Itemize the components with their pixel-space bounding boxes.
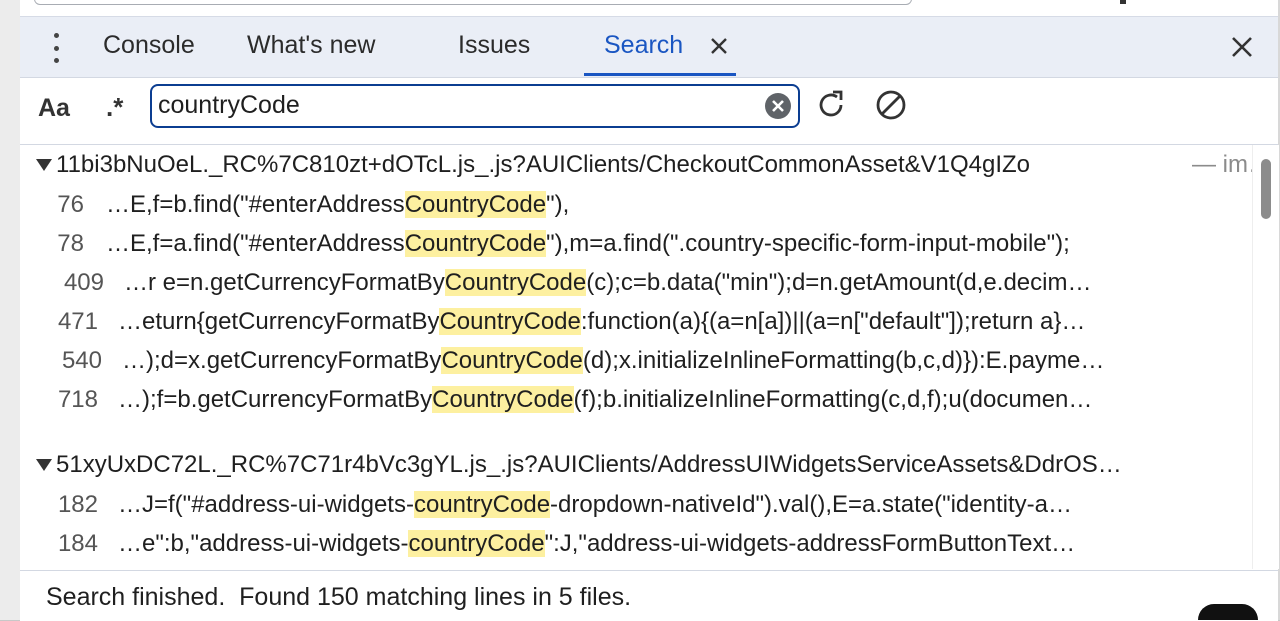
match-highlight: CountryCode [444, 269, 587, 296]
tab-issues[interactable]: Issues [458, 31, 530, 61]
regex-button[interactable]: .* [106, 92, 123, 123]
match-suffix: (f);b.initializeInlineFormatting(c,d,f);… [573, 386, 1093, 413]
refresh-icon[interactable] [814, 88, 848, 122]
match-row[interactable]: 78 …E,f=a.find("#enterAddressCountryCode… [20, 226, 1252, 262]
cancel-icon[interactable] [874, 88, 908, 122]
match-highlight: CountryCode [439, 308, 581, 335]
top-input-edge [34, 0, 912, 5]
status-text: Search finished. Found 150 matching line… [46, 583, 632, 611]
search-toolbar: Aa .* [20, 78, 1278, 145]
match-prefix: …);d=x.getCurrencyFormatBy [122, 347, 442, 374]
close-icon[interactable] [706, 33, 732, 59]
tab-search[interactable]: Search [604, 31, 683, 61]
match-row[interactable]: 184 …e":b,"address-ui-widgets-countryCod… [20, 526, 1252, 562]
search-results: 11bi3bNuOeL._RC%7C810zt+dOTcL.js_.js?AUI… [20, 145, 1252, 569]
line-number: 540 [61, 347, 102, 374]
match-row[interactable]: 540 …);d=x.getCurrencyFormatByCountryCod… [20, 343, 1252, 379]
status-bar: Search finished. Found 150 matching line… [20, 570, 1278, 621]
scroll-thumb[interactable] [1261, 159, 1271, 219]
clear-icon[interactable] [764, 92, 792, 120]
match-prefix: …J=f("#address-ui-widgets- [118, 491, 414, 518]
match-case-button[interactable]: Aa [38, 94, 70, 123]
match-highlight: CountryCode [432, 386, 574, 413]
match-text: …r e=n.getCurrencyFormatByCountryCode(c)… [124, 269, 1091, 297]
search-field[interactable] [150, 84, 800, 128]
match-suffix: ":J,"address-ui-widgets-addressFormButto… [544, 530, 1076, 557]
file-header[interactable]: 11bi3bNuOeL._RC%7C810zt+dOTcL.js_.js?AUI… [20, 149, 1252, 183]
match-highlight: CountryCode [404, 191, 547, 218]
tab-console[interactable]: Console [103, 31, 195, 61]
match-highlight: CountryCode [404, 230, 547, 257]
match-suffix: "),m=a.find(".country-specific-form-inpu… [546, 230, 1070, 257]
match-text: …eturn{getCurrencyFormatByCountryCode:fu… [118, 308, 1085, 336]
match-prefix: …);f=b.getCurrencyFormatBy [118, 386, 433, 413]
active-tab-indicator [584, 73, 736, 76]
match-highlight: CountryCode [441, 347, 583, 374]
file-name: 11bi3bNuOeL._RC%7C810zt+dOTcL.js_.js?AUI… [56, 151, 1031, 178]
tab-whats-new[interactable]: What's new [247, 31, 375, 61]
match-highlight: countryCode [408, 530, 545, 557]
file-header[interactable]: 51xyUxDC72L._RC%7C71r4bVc3gYL.js_.js?AUI… [20, 449, 1252, 483]
expand-triangle-icon[interactable] [36, 459, 52, 471]
line-number: 182 [57, 491, 98, 518]
match-text: …E,f=a.find("#enterAddressCountryCode"),… [106, 230, 1070, 258]
match-row[interactable]: 471 …eturn{getCurrencyFormatByCountryCod… [20, 304, 1252, 340]
line-number: 76 [57, 191, 84, 218]
match-highlight: countryCode [413, 491, 551, 518]
match-row[interactable]: 76 …E,f=b.find("#enterAddressCountryCode… [20, 187, 1252, 223]
match-suffix: :function(a){(a=n[a])||(a=n["default"]);… [580, 308, 1086, 335]
corner-shadow [1198, 604, 1258, 620]
match-prefix: …E,f=a.find("#enterAddress [106, 230, 405, 257]
line-number: 184 [57, 530, 98, 557]
match-suffix: -dropdown-nativeId").val(),E=a.state("id… [550, 491, 1072, 518]
match-text: …E,f=b.find("#enterAddressCountryCode"), [106, 191, 569, 219]
match-suffix: (d);x.initializeInlineFormatting(b,c,d)}… [582, 347, 1105, 374]
line-number: 409 [63, 269, 104, 296]
match-suffix: (c);c=b.data("min");d=n.getAmount(d,e.de… [586, 269, 1092, 296]
top-marker [1120, 0, 1126, 4]
kebab-menu-icon[interactable] [48, 33, 64, 63]
match-prefix: …E,f=b.find("#enterAddress [106, 191, 405, 218]
match-prefix: …r e=n.getCurrencyFormatBy [124, 269, 445, 296]
devtools-drawer: Console What's new Issues Search Aa .* c… [20, 17, 1279, 621]
match-text: …e":b,"address-ui-widgets-countryCode":J… [118, 530, 1075, 558]
drawer-tabbar: Console What's new Issues Search [20, 17, 1278, 78]
match-row[interactable]: 182 …J=f("#address-ui-widgets-countryCod… [20, 487, 1252, 523]
line-number: 471 [57, 308, 98, 335]
match-row[interactable]: 409 …r e=n.getCurrencyFormatByCountryCod… [20, 265, 1252, 301]
file-suffix: — im… [1192, 151, 1252, 178]
match-row[interactable]: 718 …);f=b.getCurrencyFormatByCountryCod… [20, 382, 1252, 418]
match-prefix: …eturn{getCurrencyFormatBy [118, 308, 440, 335]
top-strip [20, 0, 1278, 17]
left-gutter [0, 0, 21, 620]
match-text: …);d=x.getCurrencyFormatByCountryCode(d)… [122, 347, 1104, 375]
search-input[interactable] [158, 90, 748, 120]
match-text: …);f=b.getCurrencyFormatByCountryCode(f)… [118, 386, 1092, 414]
line-number: 718 [57, 386, 98, 413]
match-prefix: …e":b,"address-ui-widgets- [118, 530, 409, 557]
results-scrollbar[interactable] [1252, 145, 1279, 569]
close-drawer-icon[interactable] [1228, 33, 1256, 61]
match-text: …J=f("#address-ui-widgets-countryCode-dr… [118, 491, 1072, 519]
line-number: 78 [57, 230, 84, 257]
match-suffix: "), [546, 191, 570, 218]
expand-triangle-icon[interactable] [36, 159, 52, 171]
file-name: 51xyUxDC72L._RC%7C71r4bVc3gYL.js_.js?AUI… [56, 451, 1122, 478]
